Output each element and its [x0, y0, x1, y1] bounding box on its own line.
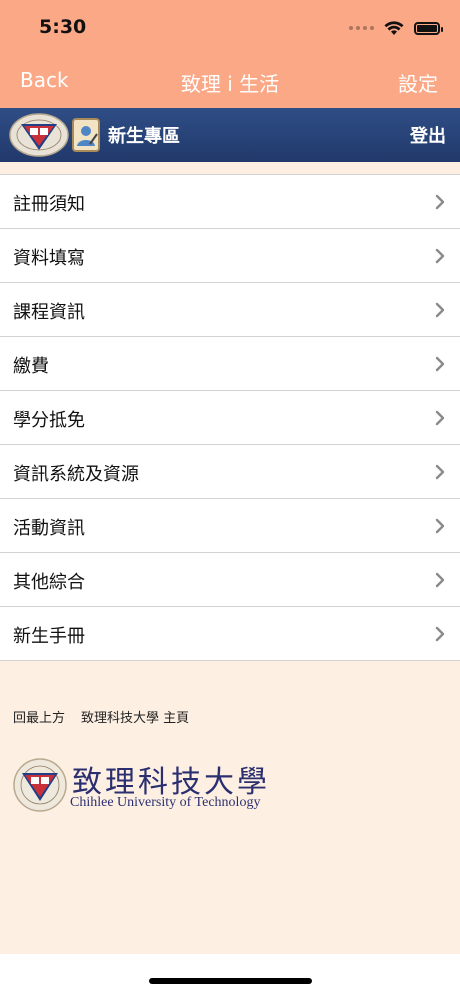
menu-item[interactable]: 繳費 [0, 337, 460, 391]
menu-item-label: 活動資訊 [13, 518, 85, 539]
university-logo: 致理科技大學 Chihlee University of Technology [12, 757, 272, 821]
menu-item[interactable]: 資訊系統及資源 [0, 445, 460, 499]
university-seal-icon [13, 758, 67, 812]
homepage-link[interactable]: 致理科技大學 主頁 [81, 707, 189, 726]
logout-button[interactable]: 登出 [410, 122, 446, 148]
chevron-right-icon [435, 356, 445, 372]
menu-item-label: 課程資訊 [13, 302, 85, 323]
wifi-icon [384, 20, 404, 35]
chevron-right-icon [435, 464, 445, 480]
id-card-icon [72, 118, 100, 152]
menu-item-label: 學分抵免 [13, 410, 85, 431]
home-indicator[interactable] [149, 978, 312, 984]
status-time: 5:30 [39, 16, 87, 38]
list-top-spacer [0, 162, 460, 174]
menu-list: 註冊須知資料填寫課程資訊繳費學分抵免資訊系統及資源 活動資訊其他綜合新生手冊 [0, 174, 460, 661]
footer: 回最上方 致理科技大學 主頁 致理科技大學 Chihlee University… [0, 661, 460, 954]
settings-button[interactable]: 設定 [398, 68, 438, 97]
menu-item[interactable]: 資料填寫 [0, 229, 460, 283]
menu-item[interactable]: 學分抵免 [0, 391, 460, 445]
logo-english-name: Chihlee University of Technology [70, 795, 261, 810]
back-to-top-link[interactable]: 回最上方 [13, 707, 65, 726]
menu-item[interactable]: 活動資訊 [0, 499, 460, 553]
university-emblem-icon [9, 113, 69, 157]
menu-item-label: 資訊系統及資源 [13, 464, 139, 485]
menu-item[interactable]: 其他綜合 [0, 553, 460, 607]
chevron-right-icon [435, 302, 445, 318]
page-title: 致理 i 生活 [180, 72, 280, 96]
back-button[interactable]: Back [20, 68, 69, 92]
battery-icon [414, 21, 443, 35]
chevron-right-icon [435, 518, 445, 534]
menu-item[interactable]: 註冊須知 [0, 175, 460, 229]
chevron-right-icon [435, 572, 445, 588]
menu-item[interactable]: 新生手冊 [0, 607, 460, 661]
menu-item-label: 註冊須知 [13, 194, 85, 215]
chevron-right-icon [435, 194, 445, 210]
menu-item[interactable]: 課程資訊 [0, 283, 460, 337]
chevron-right-icon [435, 626, 445, 642]
footer-links: 回最上方 致理科技大學 主頁 [13, 707, 189, 726]
menu-item-label: 其他綜合 [13, 572, 85, 593]
signal-icon [349, 26, 374, 30]
menu-item-label: 新生手冊 [13, 626, 85, 647]
chevron-right-icon [435, 410, 445, 426]
banner-title: 新生專區 [108, 126, 180, 147]
menu-item-label: 資料填寫 [13, 248, 85, 269]
menu-item-label: 繳費 [13, 356, 49, 377]
section-banner: 新生專區 登出 [0, 108, 460, 162]
status-icons [349, 18, 443, 38]
top-bar: 5:30 Back 致理 i 生活 設定 [0, 0, 460, 108]
chevron-right-icon [435, 248, 445, 264]
